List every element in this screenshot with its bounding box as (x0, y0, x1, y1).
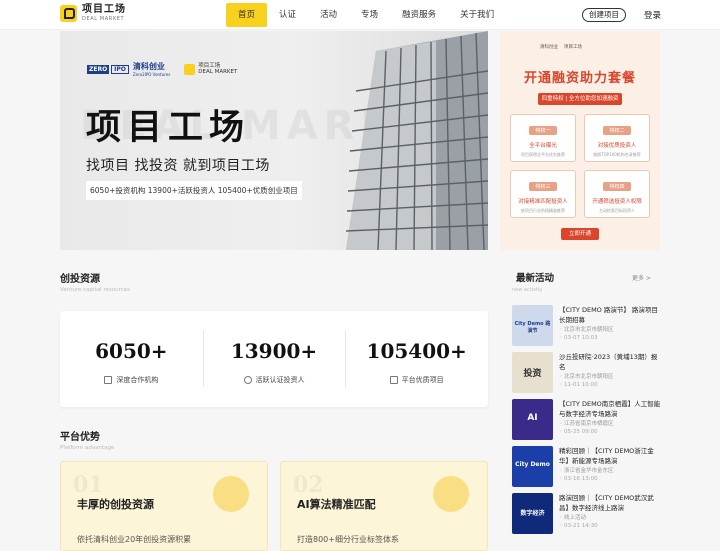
resources-subtitle: Venture capital resources (60, 287, 130, 293)
promo-tag: 四重特权 | 全方位助您加速融资 (538, 93, 622, 105)
banner-stats: 6050+投资机构 13900+活跃投资人 105400+优质创业项目 (86, 181, 302, 200)
logo-mark-icon (184, 63, 196, 75)
activity-item[interactable]: 数字经济 路演回顾｜【CITY DEMO武汉武昌】数字经济线上路演 线上活动 0… (512, 493, 660, 535)
pie-decoration-icon (213, 476, 249, 512)
nav-about[interactable]: 关于我们 (448, 3, 506, 27)
zero2ipo-logo: ZERO IPO 清科创业 Zero2IPO Ventures (87, 62, 171, 77)
news-subtitle: new activity (512, 287, 543, 293)
logo-text-cn: 项目工场 (82, 4, 126, 15)
stat-projects: 105400+ 平台优质项目 (345, 311, 488, 407)
document-icon (389, 376, 398, 384)
promo-logos: 清科创业 项目工场 (540, 45, 582, 50)
activity-item[interactable]: AI 【CITY DEMO南京栖霞】人工智能与数字经济专场路演 江苏省南京市栖霞… (512, 399, 660, 441)
nav-financing[interactable]: 融资服务 (390, 3, 448, 27)
advantage-card-resources[interactable]: 01 丰厚的创投资源 依托清科创业20年创投资源积累 (60, 461, 268, 551)
banner-logos: ZERO IPO 清科创业 Zero2IPO Ventures 项目工场 DEA… (87, 61, 237, 77)
activity-thumbnail: 数字经济 (512, 493, 553, 534)
site-logo[interactable]: 项目工场 DEAL MARKET (60, 5, 126, 22)
create-project-button[interactable]: 创建项目 (582, 8, 626, 22)
nav-special[interactable]: 专场 (349, 3, 390, 27)
logo-mark-icon (60, 5, 77, 22)
privilege-card: 特权四 开通筛选投资人权限 主动检索目标投资人 (584, 170, 650, 218)
stats-box: 6050+ 深度合作机构 13900+ 活跃认证投资人 105400+ 平台优质… (60, 311, 488, 407)
advantage-subtitle: Platform advantage (60, 445, 115, 451)
stat-investors: 13900+ 活跃认证投资人 (202, 311, 346, 407)
news-more-link[interactable]: 更多 > (632, 273, 651, 282)
promo-privileges: 特权一 全平台曝光 项目获得全平台优先推荐 特权二 对接优质投资人 按照TOP1… (510, 114, 650, 218)
banner-deal-market-logo: 项目工场 DEAL MARKET (184, 63, 237, 75)
top-navbar: 项目工场 DEAL MARKET 首页 认证 活动 专场 融资服务 关于我们 创… (0, 0, 720, 30)
main-nav: 首页 认证 活动 专场 融资服务 关于我们 (226, 3, 506, 27)
ai-head-icon (433, 476, 469, 512)
advantage-title: 平台优势 (60, 428, 100, 444)
building-icon (104, 376, 113, 384)
promo-open-button[interactable]: 立即开通 (561, 228, 599, 240)
privilege-card: 特权二 对接优质投资人 按照TOP100机构名录推荐 (584, 114, 650, 162)
logo-text-en: DEAL MARKET (82, 16, 125, 22)
login-link[interactable]: 登录 (644, 9, 661, 21)
nav-activities[interactable]: 活动 (308, 3, 349, 27)
stat-institutions: 6050+ 深度合作机构 (95, 339, 168, 384)
activity-thumbnail: AI (512, 399, 553, 440)
news-title: 最新活动 (516, 270, 554, 285)
banner-subtitle: 找项目 找投资 就到项目工场 (86, 158, 270, 174)
resources-title: 创投资源 (60, 270, 100, 286)
nav-certification[interactable]: 认证 (267, 3, 308, 27)
activity-item[interactable]: 投资 沙丘投研院·2023（黄埔13期）报名 北京市北京市朝阳区 11-01 1… (512, 352, 660, 394)
activity-item[interactable]: City Demo 路演节 【CITY DEMO 路演节】 路演项目长期招募 北… (512, 305, 660, 347)
promo-title: 开通融资助力套餐 (523, 71, 636, 86)
activity-thumbnail: 投资 (512, 352, 553, 393)
banner-title: 项目工场 (86, 108, 251, 148)
privilege-card: 特权一 全平台曝光 项目获得全平台优先推荐 (510, 114, 576, 162)
activity-thumbnail: City Demo (512, 446, 553, 487)
user-icon (243, 376, 252, 384)
activity-thumbnail: City Demo 路演节 (512, 305, 553, 346)
privilege-card: 特权三 对接精准匹配投资人 依项目行业阶段精准推荐 (510, 170, 576, 218)
financing-promo-banner[interactable]: 清科创业 项目工场 开通融资助力套餐 四重特权 | 全方位助您加速融资 特权一 … (500, 31, 660, 250)
building-image (345, 31, 488, 250)
nav-home[interactable]: 首页 (226, 3, 268, 27)
advantage-card-ai[interactable]: 02 AI算法精准匹配 打造800+细分行业标签体系 (280, 461, 488, 551)
hero-banner[interactable]: DEAL MARKET ZERO IPO 清科创业 Zero2IPO Ventu… (60, 31, 488, 250)
activity-item[interactable]: City Demo 精彩回顾｜【CITY DEMO浙江金华】新能源专场路演 浙江… (512, 446, 660, 488)
